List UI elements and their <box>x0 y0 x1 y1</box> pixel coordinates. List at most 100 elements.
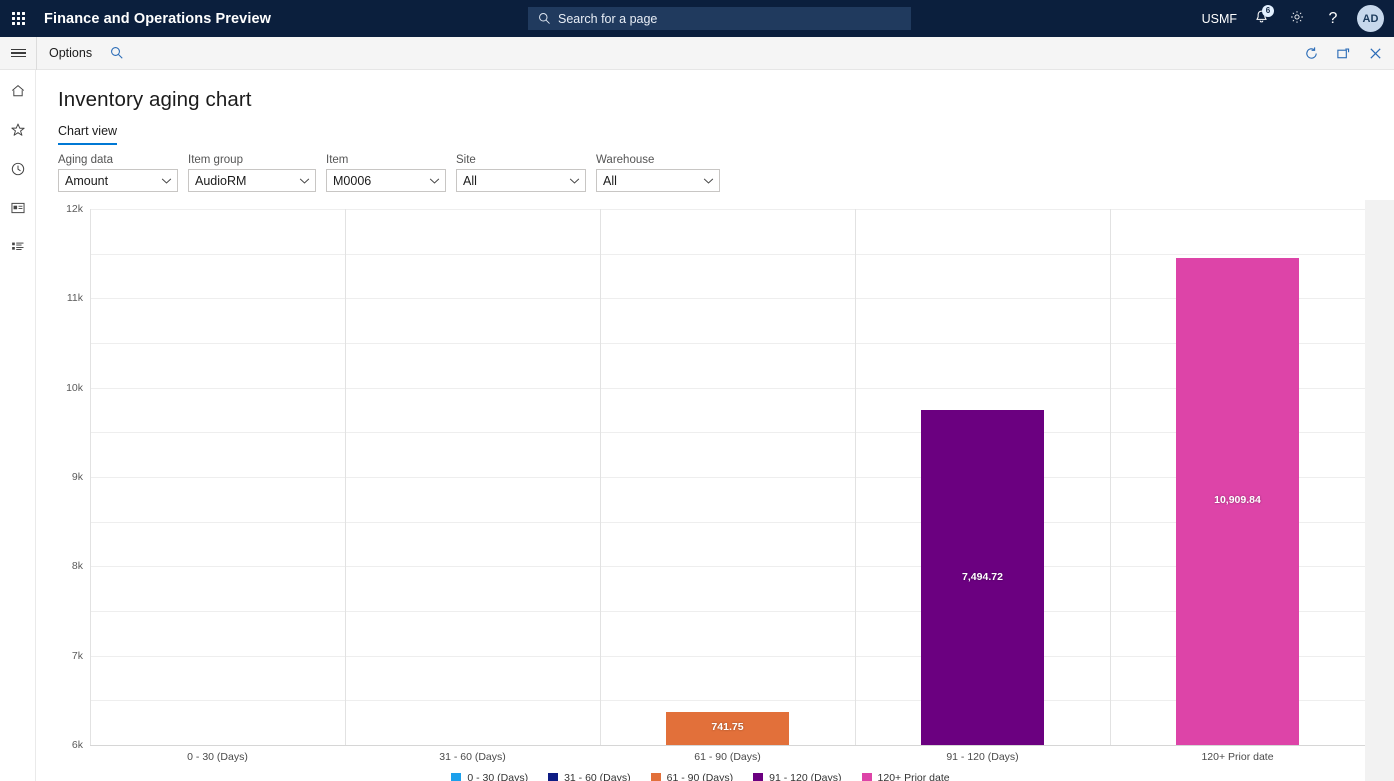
filter-warehouse: Warehouse All <box>596 154 720 192</box>
chart-legend: 0 - 30 (Days) 31 - 60 (Days) 61 - 90 (Days… <box>36 772 1365 781</box>
item-value: M0006 <box>327 174 371 188</box>
clock-icon <box>10 161 26 182</box>
chart-category-band <box>90 209 345 745</box>
hamburger-menu-icon[interactable] <box>0 37 36 70</box>
left-navigation-rail <box>0 70 36 781</box>
notifications-button[interactable]: 6 <box>1243 0 1279 37</box>
y-axis-tick-label: 7k <box>72 650 83 662</box>
chart-bar[interactable]: 741.75 <box>666 712 788 745</box>
legend-label: 0 - 30 (Days) <box>467 772 528 781</box>
filter-item: Item M0006 <box>326 154 446 192</box>
chevron-down-icon <box>429 177 440 184</box>
tab-chart-view[interactable]: Chart view <box>58 124 117 145</box>
legend-label: 61 - 90 (Days) <box>667 772 734 781</box>
settings-button[interactable] <box>1279 0 1315 37</box>
search-icon <box>538 12 551 25</box>
sidebar-item-recent[interactable] <box>3 156 33 186</box>
star-icon <box>10 122 26 143</box>
y-axis-tick-label: 10k <box>66 382 83 394</box>
question-mark-icon: ? <box>1329 10 1338 28</box>
site-select[interactable]: All <box>456 169 586 192</box>
workspace-icon <box>10 200 26 221</box>
top-bar-actions: USMF 6 ? AD <box>1196 0 1394 37</box>
open-in-new-window-icon[interactable] <box>1330 37 1356 70</box>
global-search-input[interactable]: Search for a page <box>528 7 911 30</box>
chart-x-axis-labels: 0 - 30 (Days)31 - 60 (Days)61 - 90 (Days… <box>90 751 1365 769</box>
top-navigation-bar: Finance and Operations Preview Search fo… <box>0 0 1394 37</box>
notification-count-badge: 6 <box>1262 5 1274 17</box>
item-group-value: AudioRM <box>189 174 246 188</box>
page-content: Inventory aging chart Chart view Aging d… <box>36 70 1394 781</box>
legend-item[interactable]: 31 - 60 (Days) <box>548 772 631 781</box>
chevron-down-icon <box>569 177 580 184</box>
legend-item[interactable]: 120+ Prior date <box>862 772 950 781</box>
filter-warehouse-label: Warehouse <box>596 154 720 166</box>
aging-data-select[interactable]: Amount <box>58 169 178 192</box>
avatar[interactable]: AD <box>1357 5 1384 32</box>
modules-list-icon <box>10 239 26 260</box>
legend-label: 120+ Prior date <box>878 772 950 781</box>
help-button[interactable]: ? <box>1315 0 1351 37</box>
x-axis-tick-label: 31 - 60 (Days) <box>345 751 600 763</box>
y-axis-tick-label: 6k <box>72 739 83 751</box>
tab-strip: Chart view <box>58 124 1394 145</box>
sidebar-item-home[interactable] <box>3 78 33 108</box>
sidebar-item-favorites[interactable] <box>3 117 33 147</box>
page-title: Inventory aging chart <box>58 88 1394 112</box>
page-header: Inventory aging chart Chart view <box>36 70 1394 150</box>
company-label: USMF <box>1202 12 1237 26</box>
gridline: 0k <box>90 745 1365 746</box>
y-axis-tick-label: 9k <box>72 471 83 483</box>
company-selector[interactable]: USMF <box>1196 0 1243 37</box>
filter-item-group: Item group AudioRM <box>188 154 316 192</box>
item-group-select[interactable]: AudioRM <box>188 169 316 192</box>
legend-label: 91 - 120 (Days) <box>769 772 841 781</box>
legend-item[interactable]: 61 - 90 (Days) <box>651 772 734 781</box>
app-title: Finance and Operations Preview <box>44 11 271 27</box>
close-icon[interactable] <box>1362 37 1388 70</box>
legend-swatch <box>548 773 558 781</box>
legend-swatch <box>753 773 763 781</box>
x-axis-tick-label: 91 - 120 (Days) <box>855 751 1110 763</box>
x-axis-tick-label: 0 - 30 (Days) <box>90 751 345 763</box>
item-select[interactable]: M0006 <box>326 169 446 192</box>
home-icon <box>10 83 26 104</box>
chart-bar[interactable]: 10,909.84 <box>1176 258 1298 745</box>
page-search-icon[interactable] <box>104 46 130 60</box>
sidebar-item-workspaces[interactable] <box>3 195 33 225</box>
legend-item[interactable]: 91 - 120 (Days) <box>753 772 841 781</box>
aging-data-value: Amount <box>59 174 108 188</box>
chevron-down-icon <box>703 177 714 184</box>
inventory-aging-chart: 12k11k10k9k8k7k6k5k4k3k2k1k0k741.757,494… <box>36 200 1365 781</box>
warehouse-value: All <box>597 174 617 188</box>
x-axis-tick-label: 120+ Prior date <box>1110 751 1365 763</box>
app-launcher-icon[interactable] <box>0 0 36 37</box>
refresh-icon[interactable] <box>1298 37 1324 70</box>
legend-swatch <box>651 773 661 781</box>
chart-bar-value-label: 7,494.72 <box>921 571 1043 583</box>
y-axis-tick-label: 8k <box>72 560 83 572</box>
legend-swatch <box>862 773 872 781</box>
sidebar-item-modules[interactable] <box>3 234 33 264</box>
chart-category-band <box>600 209 855 745</box>
gear-icon <box>1289 9 1305 28</box>
chart-bar[interactable]: 7,494.72 <box>921 410 1043 745</box>
toolbar-window-actions <box>1298 37 1388 70</box>
chart-category-band <box>345 209 600 745</box>
y-axis-tick-label: 12k <box>66 203 83 215</box>
filter-bar: Aging data Amount Item group AudioRM Ite… <box>36 150 1394 200</box>
filter-site-label: Site <box>456 154 586 166</box>
legend-swatch <box>451 773 461 781</box>
site-value: All <box>457 174 477 188</box>
x-axis-tick-label: 61 - 90 (Days) <box>600 751 855 763</box>
warehouse-select[interactable]: All <box>596 169 720 192</box>
legend-item[interactable]: 0 - 30 (Days) <box>451 772 528 781</box>
filter-aging-data: Aging data Amount <box>58 154 178 192</box>
filter-item-group-label: Item group <box>188 154 316 166</box>
options-button[interactable]: Options <box>37 37 104 70</box>
chart-plot-area: 12k11k10k9k8k7k6k5k4k3k2k1k0k741.757,494… <box>90 209 1365 745</box>
filter-site: Site All <box>456 154 586 192</box>
page-toolbar: Options <box>0 37 1394 70</box>
filter-item-label: Item <box>326 154 446 166</box>
global-search-placeholder: Search for a page <box>558 12 657 26</box>
